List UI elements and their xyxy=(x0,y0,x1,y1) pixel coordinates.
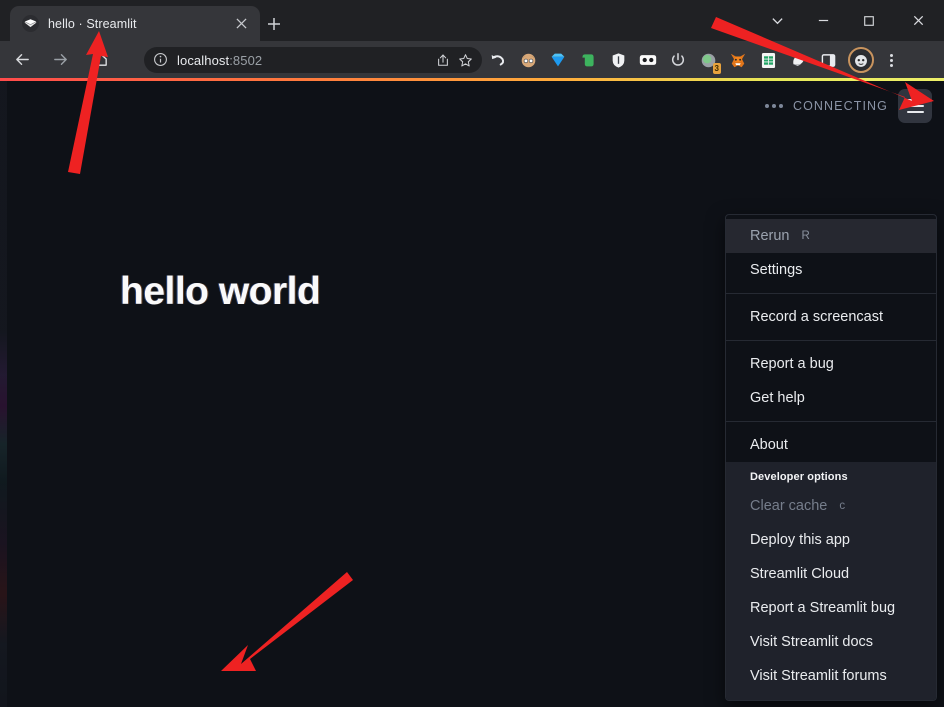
power-extension-icon[interactable] xyxy=(664,47,692,73)
menu-item-label: Visit Streamlit docs xyxy=(750,634,874,650)
menu-item-label: Get help xyxy=(750,390,805,406)
menu-item-label: Report a Streamlit bug xyxy=(750,600,896,616)
menu-developer-options-group: Developer options Clear cache c Deploy t… xyxy=(726,462,936,700)
menu-divider xyxy=(726,293,936,294)
menu-divider xyxy=(726,340,936,341)
url-port: :8502 xyxy=(229,52,263,68)
menu-item-label: Clear cache xyxy=(750,498,828,514)
address-bar[interactable]: localhost:8502 xyxy=(144,47,482,73)
share-icon[interactable] xyxy=(432,49,454,71)
connection-status-label: CONNECTING xyxy=(792,99,888,113)
goggles-extension-icon[interactable] xyxy=(634,47,662,73)
menu-divider xyxy=(726,421,936,422)
browser-window: hello · Streamlit localhost:8502 3 CONNE… xyxy=(0,0,944,707)
evernote-extension-icon[interactable] xyxy=(574,47,602,73)
home-button[interactable] xyxy=(84,44,116,76)
menu-item-shortcut: R xyxy=(801,230,811,242)
undo-extension-icon[interactable] xyxy=(484,47,512,73)
side-panel-icon[interactable] xyxy=(814,47,842,73)
menu-item-label: Rerun xyxy=(750,228,790,244)
page-viewport: CONNECTING hello world Made with Streaml… xyxy=(0,78,944,707)
menu-item-deploy-this-app[interactable]: Deploy this app xyxy=(726,523,936,557)
running-dots-icon xyxy=(764,104,783,108)
left-edge-strip xyxy=(0,81,7,707)
minimize-icon[interactable] xyxy=(800,0,846,41)
menu-item-clear-cache[interactable]: Clear cache c xyxy=(726,489,936,523)
browser-tab-strip: hello · Streamlit xyxy=(0,0,944,41)
menu-item-visit-streamlit-forums[interactable]: Visit Streamlit forums xyxy=(726,659,936,693)
shield-extension-icon[interactable] xyxy=(604,47,632,73)
browser-tab-hello-streamlit[interactable]: hello · Streamlit xyxy=(10,6,260,41)
menu-item-report-a-streamlit-bug[interactable]: Report a Streamlit bug xyxy=(726,591,936,625)
bookmark-star-icon[interactable] xyxy=(454,49,476,71)
extension-badge-count: 3 xyxy=(712,63,721,74)
menu-item-report-a-bug[interactable]: Report a bug xyxy=(726,347,936,381)
forward-button[interactable] xyxy=(44,44,76,76)
diamond-extension-icon[interactable] xyxy=(544,47,572,73)
site-info-icon[interactable] xyxy=(153,52,169,68)
circle-extension-icon[interactable]: 3 xyxy=(694,47,722,74)
menu-item-label: Settings xyxy=(750,262,803,278)
browser-menu-icon[interactable] xyxy=(878,47,904,73)
window-controls xyxy=(754,0,944,41)
window-close-icon[interactable] xyxy=(892,0,944,41)
menu-item-shortcut: c xyxy=(839,500,846,512)
page-title: hello world xyxy=(120,270,321,313)
menu-group-title: Developer options xyxy=(750,471,848,483)
menu-item-get-help[interactable]: Get help xyxy=(726,381,936,415)
menu-item-settings[interactable]: Settings xyxy=(726,253,936,287)
menu-item-streamlit-cloud[interactable]: Streamlit Cloud xyxy=(726,557,936,591)
address-bar-url: localhost:8502 xyxy=(177,53,432,68)
menu-item-rerun[interactable]: Rerun R xyxy=(726,219,936,253)
close-icon[interactable] xyxy=(230,13,252,35)
menu-item-record-a-screencast[interactable]: Record a screencast xyxy=(726,300,936,334)
maximize-icon[interactable] xyxy=(846,0,892,41)
back-button[interactable] xyxy=(6,44,38,76)
new-tab-button[interactable] xyxy=(262,12,286,36)
bird-extension-icon[interactable] xyxy=(784,47,812,73)
url-host: localhost xyxy=(177,52,230,68)
menu-item-label: Streamlit Cloud xyxy=(750,566,850,582)
streamlit-app-header: CONNECTING xyxy=(624,81,944,131)
streamlit-main-menu: Rerun R Settings Record a screencast Rep… xyxy=(725,214,937,701)
streamlit-icon xyxy=(22,15,39,32)
menu-item-visit-streamlit-docs[interactable]: Visit Streamlit docs xyxy=(726,625,936,659)
chevron-down-icon[interactable] xyxy=(754,0,800,41)
menu-item-label: Deploy this app xyxy=(750,532,850,548)
menu-item-label: About xyxy=(750,437,788,453)
browser-tab-title: hello · Streamlit xyxy=(48,16,137,31)
menu-item-about[interactable]: About xyxy=(726,428,936,462)
menu-item-label: Record a screencast xyxy=(750,309,883,325)
menu-item-label: Visit Streamlit forums xyxy=(750,668,887,684)
avatar-extension-icon[interactable] xyxy=(514,47,542,73)
sheets-extension-icon[interactable] xyxy=(754,47,782,73)
extensions-tray: 3 xyxy=(484,47,904,74)
menu-item-label: Report a bug xyxy=(750,356,834,372)
metamask-fox-icon[interactable] xyxy=(724,47,752,73)
profile-avatar[interactable] xyxy=(848,47,874,73)
main-menu-icon[interactable] xyxy=(898,89,932,123)
